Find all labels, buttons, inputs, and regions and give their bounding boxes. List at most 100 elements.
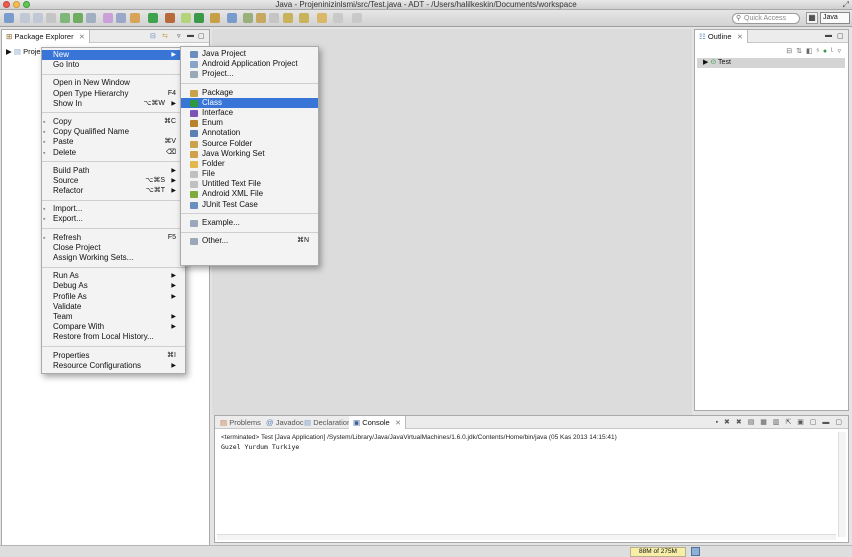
print-icon[interactable] [46, 13, 56, 23]
open-perspective-button[interactable]: ▦ [806, 12, 818, 24]
menu-item-untitled-text-file[interactable]: Untitled Text File [181, 179, 318, 189]
menu-item-debug-as[interactable]: Debug As ▶ [42, 281, 185, 291]
menu-item-import[interactable]: ▪ Import... [42, 204, 185, 214]
sort-icon[interactable]: ⇅ [796, 48, 803, 55]
menu-item-close-project[interactable]: Close Project [42, 243, 185, 253]
search-icon[interactable] [227, 13, 237, 23]
menu-item-resource-configurations[interactable]: Resource Configurations ▶ [42, 361, 185, 371]
new-android-project-icon[interactable] [103, 13, 113, 23]
menu-item-folder[interactable]: Folder [181, 159, 318, 169]
display-selected-console-icon[interactable]: ▣ [797, 419, 806, 426]
menu-item-source[interactable]: Source ⌥⌘S ▶ [42, 176, 185, 186]
menu-item-interface[interactable]: Interface [181, 108, 318, 118]
save-icon[interactable] [20, 13, 30, 23]
menu-item-assign-working-sets[interactable]: Assign Working Sets... [42, 253, 185, 263]
android-sdk-manager-icon[interactable] [60, 13, 70, 23]
show-whitespace-icon[interactable] [269, 13, 279, 23]
open-console-icon[interactable]: ▢ [810, 419, 819, 426]
android-avd-manager-icon[interactable] [73, 13, 83, 23]
java-perspective-button[interactable]: Java [820, 12, 850, 24]
menu-item-open-type-hierarchy[interactable]: Open Type Hierarchy F4 [42, 89, 185, 99]
menu-item-copy[interactable]: ▪ Copy ⌘C [42, 117, 185, 127]
expand-arrow-icon[interactable]: ▶ [703, 59, 708, 66]
remove-launch-icon[interactable]: ✖ [724, 419, 732, 426]
menu-item-project[interactable]: Project... [181, 69, 318, 79]
pin-editor-icon[interactable] [352, 13, 362, 23]
save-all-icon[interactable] [33, 13, 43, 23]
menu-item-run-as[interactable]: Run As ▶ [42, 271, 185, 281]
menu-item-team[interactable]: Team ▶ [42, 312, 185, 322]
run-icon[interactable] [148, 13, 158, 23]
pin-console-icon[interactable]: ⇱ [785, 419, 793, 426]
open-type-icon[interactable] [210, 13, 220, 23]
menu-item-enum[interactable]: Enum [181, 118, 318, 128]
next-annotation-icon[interactable] [283, 13, 293, 23]
tab-problems[interactable]: ▤ Problems [217, 416, 264, 429]
menu-item-restore-from-local-history[interactable]: Restore from Local History... [42, 332, 185, 342]
hide-non-public-icon[interactable]: ● [823, 48, 828, 55]
close-icon[interactable]: ⨯ [737, 32, 743, 41]
new-java-package-icon[interactable] [181, 13, 191, 23]
collapse-all-icon[interactable]: ⊟ [150, 32, 156, 40]
remove-all-terminated-icon[interactable]: ✖ [736, 419, 744, 426]
menu-item-build-path[interactable]: Build Path ▶ [42, 166, 185, 176]
menu-item-refactor[interactable]: Refactor ⌥⌘T ▶ [42, 186, 185, 196]
menu-item-package[interactable]: Package [181, 88, 318, 98]
menu-item-junit-test-case[interactable]: JUnit Test Case [181, 200, 318, 210]
menu-item-export[interactable]: ▪ Export... [42, 214, 185, 224]
tree-item-project[interactable]: ▶ ▤ Projen [6, 47, 45, 56]
menu-item-android-application-project[interactable]: Android Application Project [181, 59, 318, 69]
word-wrap-icon[interactable]: ▥ [773, 419, 782, 426]
maximize-icon[interactable]: ▢ [835, 419, 844, 426]
menu-item-new[interactable]: New ▶ [42, 50, 185, 61]
console-horizontal-scrollbar[interactable] [217, 534, 836, 540]
minimize-icon[interactable]: ▬ [825, 32, 832, 39]
view-menu-icon[interactable]: ▿ [177, 32, 181, 40]
link-with-editor-icon[interactable]: ⇆ [162, 32, 168, 40]
menu-item-source-folder[interactable]: Source Folder [181, 139, 318, 149]
skip-breakpoints-icon[interactable] [116, 13, 126, 23]
mark-occurrences-icon[interactable] [243, 13, 253, 23]
menu-item-class[interactable]: Class [181, 97, 318, 108]
android-lint-icon[interactable] [86, 13, 96, 23]
menu-item-go-into[interactable]: Go Into [42, 60, 185, 70]
tab-outline[interactable]: ☷ Outline ⨯ [695, 30, 748, 43]
debug-icon[interactable] [130, 13, 140, 23]
menu-item-android-xml-file[interactable]: Android XML File [181, 189, 318, 199]
back-icon[interactable] [317, 13, 327, 23]
menu-item-validate[interactable]: Validate [42, 302, 185, 312]
close-icon[interactable]: ⨯ [395, 418, 401, 427]
memory-indicator[interactable]: 88M of 275M [630, 547, 686, 557]
maximize-icon[interactable]: ▢ [198, 32, 205, 40]
menu-item-profile-as[interactable]: Profile As ▶ [42, 292, 185, 302]
console-vertical-scrollbar[interactable] [838, 432, 846, 537]
menu-item-java-project[interactable]: Java Project [181, 49, 318, 59]
forward-icon[interactable] [333, 13, 343, 23]
external-tools-icon[interactable] [165, 13, 175, 23]
tab-package-explorer[interactable]: ⊞ Package Explorer ⨯ [2, 30, 90, 43]
tab-declaration[interactable]: ▤ Declaration [301, 416, 354, 429]
menu-item-java-working-set[interactable]: Java Working Set [181, 149, 318, 159]
menu-item-copy-qualified-name[interactable]: ▪ Copy Qualified Name [42, 127, 185, 137]
view-menu-icon[interactable]: ▿ [837, 48, 842, 55]
scroll-lock-icon[interactable]: ▦ [760, 419, 769, 426]
menu-item-open-in-new-window[interactable]: Open in New Window [42, 78, 185, 88]
previous-annotation-icon[interactable] [299, 13, 309, 23]
new-wizard-icon[interactable] [4, 13, 14, 23]
menu-item-paste[interactable]: ▪ Paste ⌘V [42, 137, 185, 147]
garbage-collect-icon[interactable] [691, 547, 700, 556]
menu-item-file[interactable]: File [181, 169, 318, 179]
menu-item-example[interactable]: Example... [181, 218, 318, 228]
terminate-icon[interactable]: ▪ [716, 419, 720, 426]
hide-fields-icon[interactable]: ◧ [806, 48, 814, 55]
close-icon[interactable]: ⨯ [79, 32, 85, 41]
menu-item-refresh[interactable]: ▪ Refresh F5 [42, 233, 185, 243]
quick-access-input[interactable]: ⚲ Quick Access [732, 13, 800, 24]
expand-arrow-icon[interactable]: ▶ [6, 47, 12, 56]
toggle-block-selection-icon[interactable] [256, 13, 266, 23]
minimize-icon[interactable]: ▬ [822, 419, 831, 426]
fullscreen-icon[interactable]: ⤢ [843, 1, 849, 9]
menu-item-properties[interactable]: Properties ⌘I [42, 351, 185, 361]
new-java-class-icon[interactable] [194, 13, 204, 23]
hide-local-types-icon[interactable]: ᴸ [831, 48, 834, 55]
